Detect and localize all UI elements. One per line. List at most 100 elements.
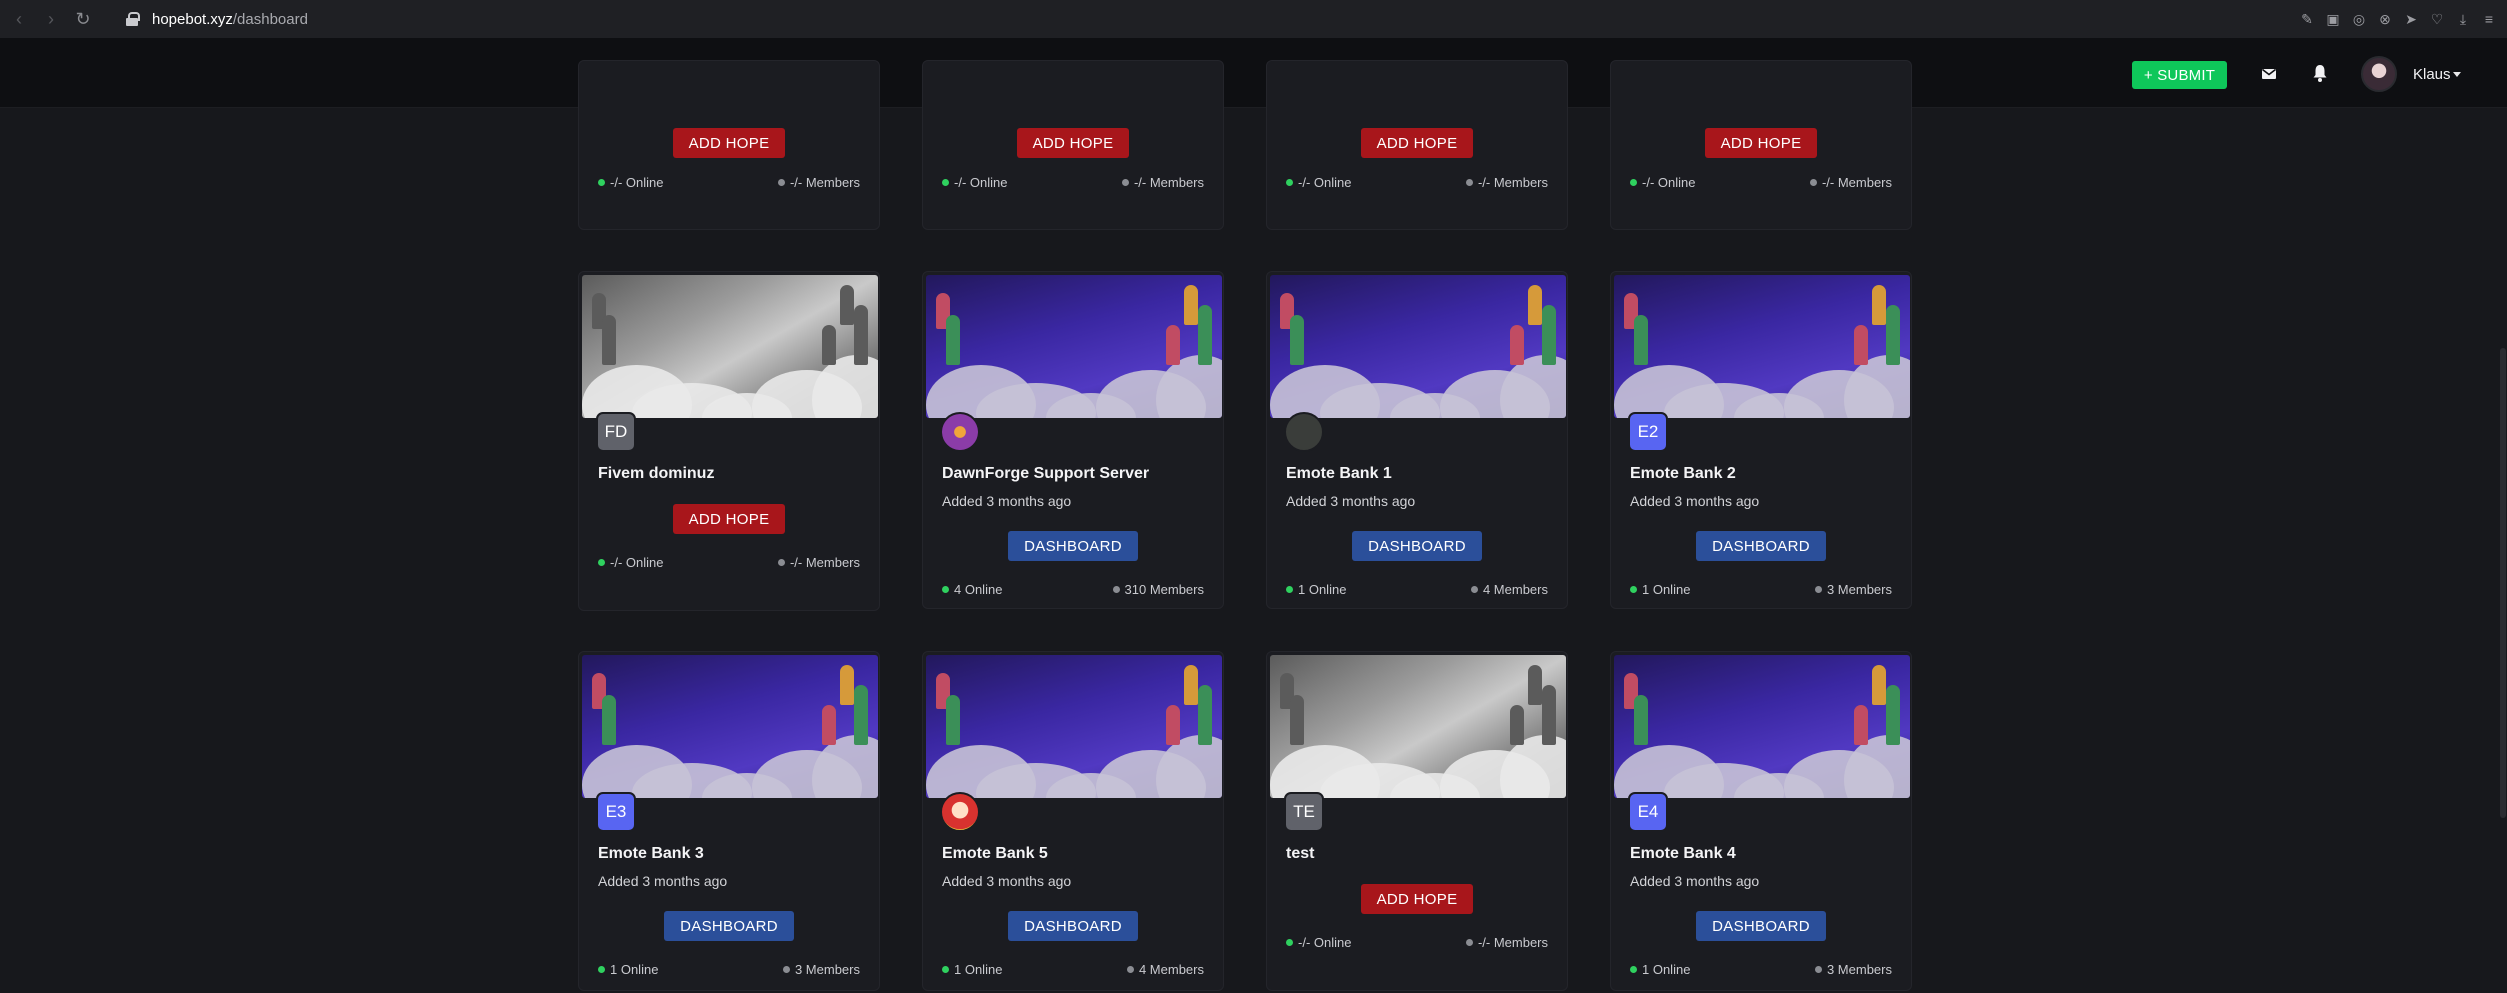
scrollbar-thumb[interactable] [2500,348,2506,818]
online-count: 1 Online [942,962,1002,977]
added-date: Added 3 months ago [942,493,1072,509]
server-banner [1270,655,1566,798]
server-name: Emote Bank 4 [1630,845,1736,862]
add-hope-button[interactable]: ADD HOPE [673,504,785,534]
member-count: -/- Members [1121,175,1204,190]
member-count: -/- Members [1465,175,1548,190]
close-circle-icon[interactable]: ⊗ [2377,11,2393,27]
member-count: 3 Members [782,962,860,977]
online-text: 1 Online [1642,582,1691,597]
online-text: 1 Online [610,962,659,977]
online-count: -/- Online [942,175,1007,190]
add-hope-button[interactable]: ADD HOPE [1361,884,1473,914]
members-dot-icon [1126,966,1134,973]
members-dot-icon [1814,966,1822,973]
members-text: 4 Members [1138,962,1204,977]
bell-icon[interactable] [2311,63,2329,83]
members-text: -/- Members [789,175,860,190]
server-banner [1614,275,1910,418]
mail-icon[interactable] [2260,65,2278,83]
members-dot-icon [1112,586,1120,593]
online-dot-icon [1630,966,1637,973]
member-count: 310 Members [1112,582,1204,597]
edit-icon[interactable]: ✎ [2299,11,2315,27]
site-header: + SUBMIT Klaus [0,38,2507,108]
server-card: E3 Emote Bank 3 Added 3 months ago DASHBOAR… [578,651,880,991]
add-hope-button[interactable]: ADD HOPE [1017,128,1129,158]
online-text: -/- Online [610,175,664,190]
send-icon[interactable]: ➤ [2403,11,2419,27]
members-text: -/- Members [1477,935,1548,950]
dashboard-button[interactable]: DASHBOARD [1008,911,1138,941]
url-host: hopebot.xyz [152,10,233,28]
server-name: Emote Bank 3 [598,845,704,862]
server-name: DawnForge Support Server [942,465,1150,482]
heart-icon[interactable]: ♡ [2429,11,2445,27]
page-scrollbar[interactable] [2499,108,2507,993]
server-card: Emote Bank 1 Added 3 months ago DASHBOARD 1… [1266,271,1568,609]
online-count: -/- Online [1286,175,1351,190]
added-date: Added 3 months ago [1286,493,1416,509]
avatar[interactable] [2361,56,2397,92]
server-banner [1614,655,1910,798]
dashboard-button[interactable]: DASHBOARD [664,911,794,941]
online-text: 4 Online [954,582,1003,597]
online-text: -/- Online [954,175,1008,190]
server-card: Emote Bank 5 Added 3 months ago DASHBOARD 1… [922,651,1224,991]
server-card: FD Fivem dominuz ADD HOPE -/- Online -/- Mem… [578,271,880,611]
back-icon[interactable]: ‹ [6,6,32,32]
add-hope-button[interactable]: ADD HOPE [673,128,785,158]
added-date: Added 3 months ago [942,873,1072,889]
online-dot-icon [598,559,605,566]
submit-button[interactable]: + SUBMIT [2132,61,2227,89]
members-dot-icon [1465,939,1473,946]
username[interactable]: Klaus [2413,66,2451,83]
online-dot-icon [598,179,605,186]
member-count: -/- Members [1465,935,1548,950]
menu-icon[interactable]: ≡ [2481,11,2497,27]
online-text: -/- Online [1298,175,1352,190]
member-count: 4 Members [1126,962,1204,977]
reload-icon[interactable]: ↻ [70,6,96,32]
url-path: /dashboard [232,10,308,28]
online-dot-icon [1630,179,1637,186]
server-card: ADD HOPE -/- Online -/- Members [922,60,1224,230]
forward-icon[interactable]: › [38,6,64,32]
members-text: 4 Members [1482,582,1548,597]
online-count: -/- Online [1630,175,1695,190]
lock-icon [126,12,140,26]
members-dot-icon [1809,179,1817,186]
dashboard-button[interactable]: DASHBOARD [1696,531,1826,561]
dashboard-button[interactable]: DASHBOARD [1352,531,1482,561]
online-dot-icon [1286,586,1293,593]
server-banner [926,655,1222,798]
shield-icon[interactable]: ◎ [2351,11,2367,27]
online-dot-icon [942,966,949,973]
online-text: 1 Online [1642,962,1691,977]
online-dot-icon [1630,586,1637,593]
member-count: -/- Members [777,555,860,570]
add-hope-button[interactable]: ADD HOPE [1361,128,1473,158]
online-count: 4 Online [942,582,1002,597]
member-count: -/- Members [777,175,860,190]
server-icon [1284,412,1324,452]
camera-icon[interactable]: ▣ [2325,11,2341,27]
browser-toolbar: ‹ › ↻ hopebot.xyz/dashboard ✎ ▣ ◎ ⊗ ➤ ♡ … [0,0,2507,38]
dashboard-button[interactable]: DASHBOARD [1008,531,1138,561]
members-text: 310 Members [1124,582,1204,597]
server-icon: FD [596,412,636,452]
server-icon: TE [1284,792,1324,832]
online-dot-icon [598,966,605,973]
dashboard-button[interactable]: DASHBOARD [1696,911,1826,941]
member-count: 3 Members [1814,962,1892,977]
server-icon [940,412,980,452]
add-hope-button[interactable]: ADD HOPE [1705,128,1817,158]
server-card: DawnForge Support Server Added 3 months a… [922,271,1224,609]
server-name: test [1286,845,1315,862]
members-dot-icon [1470,586,1478,593]
download-icon[interactable]: ⤓ [2455,11,2471,27]
chevron-down-icon[interactable] [2453,72,2461,77]
server-card: E2 Emote Bank 2 Added 3 months ago DASHBOAR… [1610,271,1912,609]
server-name: Emote Bank 1 [1286,465,1392,482]
address-bar[interactable]: hopebot.xyz/dashboard [126,11,308,28]
